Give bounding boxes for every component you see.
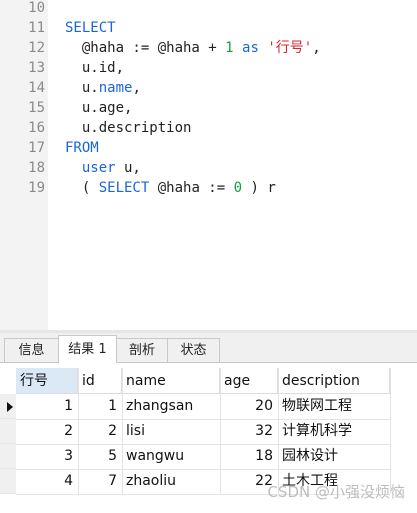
column-header-id[interactable]: id (78, 368, 122, 394)
code-text: ( SELECT @haha := 0 ) r (65, 178, 276, 198)
code-text: u.name, (65, 78, 141, 98)
table-cell[interactable]: 1 (78, 394, 122, 419)
line-number: 14 (28, 80, 45, 96)
tab-result-1[interactable]: 结果 1 (58, 335, 117, 363)
current-row-arrow-icon (7, 402, 13, 412)
code-line[interactable]: 10 (0, 0, 417, 18)
tab-profile[interactable]: 剖析 (116, 338, 168, 362)
column-divider (390, 368, 391, 494)
code-line[interactable]: 15 u.age, (0, 98, 417, 118)
code-token: u.id, (65, 60, 125, 76)
code-lines[interactable]: 10 11 SELECT 12 @haha := @haha + 1 as '行号',… (0, 0, 417, 198)
row-selector[interactable] (0, 469, 16, 494)
column-header-age[interactable]: age (220, 368, 278, 394)
code-token: as (242, 40, 259, 56)
table-cell[interactable]: 20 (220, 394, 278, 419)
line-number: 13 (28, 60, 45, 76)
line-number: 15 (28, 100, 45, 116)
code-text: u.description (65, 118, 192, 138)
code-token: ( (65, 180, 99, 196)
code-token: name (98, 80, 133, 96)
code-line[interactable]: 19 ( SELECT @haha := 0 ) r (0, 178, 417, 198)
row-selector[interactable] (0, 394, 16, 419)
table-cell[interactable]: 18 (220, 444, 278, 469)
table-cell[interactable]: 3 (16, 444, 78, 469)
code-token: '行号' (267, 40, 313, 56)
code-line[interactable]: 18 user u, (0, 158, 417, 178)
table-cell[interactable]: 5 (78, 444, 122, 469)
tab-status[interactable]: 状态 (167, 338, 220, 362)
table-cell[interactable]: 2 (78, 419, 122, 444)
code-token: u, (115, 160, 141, 176)
code-token: SELECT (65, 20, 116, 36)
line-number: 11 (28, 20, 45, 36)
code-line[interactable]: 14 u.name, (0, 78, 417, 98)
result-tab-bar: 信息 结果 1 剖析 状态 (0, 333, 417, 363)
table-cell[interactable]: wangwu (122, 444, 220, 469)
csdn-watermark: CSDN @小强没烦恼 (267, 483, 405, 501)
sql-editor[interactable]: 10 11 SELECT 12 @haha := @haha + 1 as '行号',… (0, 0, 417, 330)
table-cell[interactable]: 物联网工程 (278, 394, 390, 419)
code-line[interactable]: 17 FROM (0, 138, 417, 158)
line-number: 10 (28, 0, 45, 16)
code-token: 0 (233, 180, 243, 196)
tab-info[interactable]: 信息 (4, 338, 59, 362)
table-cell[interactable]: zhaoliu (122, 469, 220, 494)
code-token: , (132, 80, 141, 96)
line-number: 19 (28, 180, 45, 196)
code-text: @haha := @haha + 1 as '行号', (65, 38, 321, 58)
code-token: user (81, 160, 116, 176)
code-token: u.description (65, 120, 192, 136)
table-cell[interactable]: lisi (122, 419, 220, 444)
code-line[interactable]: 16 u.description (0, 118, 417, 138)
table-cell[interactable]: 1 (16, 394, 78, 419)
code-token: u.age, (65, 100, 133, 116)
code-token: @haha := (149, 180, 234, 196)
line-number: 16 (28, 120, 45, 136)
code-text: FROM (65, 138, 99, 158)
column-header-rownum[interactable]: 行号 (16, 368, 78, 394)
code-text: u.age, (65, 98, 133, 118)
code-token: 1 (225, 40, 234, 56)
column-header-description[interactable]: description (278, 368, 390, 394)
code-token: ) r (242, 180, 276, 196)
code-token: u. (65, 80, 99, 96)
code-token: FROM (65, 140, 99, 156)
line-number: 18 (28, 160, 45, 176)
table-cell[interactable]: 4 (16, 469, 78, 494)
column-header-name[interactable]: name (122, 368, 220, 394)
row-selector[interactable] (0, 419, 16, 444)
row-selector[interactable] (0, 444, 16, 469)
line-number: 12 (28, 40, 45, 56)
code-line[interactable]: 11 SELECT (0, 18, 417, 38)
code-text: user u, (65, 158, 141, 178)
table-cell[interactable]: 计算机科学 (278, 419, 390, 444)
line-number: 17 (28, 140, 45, 156)
table-cell[interactable]: 2 (16, 419, 78, 444)
code-token: @haha := @haha + (65, 40, 226, 56)
table-cell[interactable]: 32 (220, 419, 278, 444)
table-cell[interactable]: zhangsan (122, 394, 220, 419)
code-token: SELECT (98, 180, 150, 196)
table-cell[interactable]: 7 (78, 469, 122, 494)
table-cell[interactable]: 园林设计 (278, 444, 390, 469)
code-text: SELECT (65, 18, 116, 38)
code-text: u.id, (65, 58, 124, 78)
code-line[interactable]: 12 @haha := @haha + 1 as '行号', (0, 38, 417, 58)
code-token: , (312, 40, 321, 56)
code-line[interactable]: 13 u.id, (0, 58, 417, 78)
